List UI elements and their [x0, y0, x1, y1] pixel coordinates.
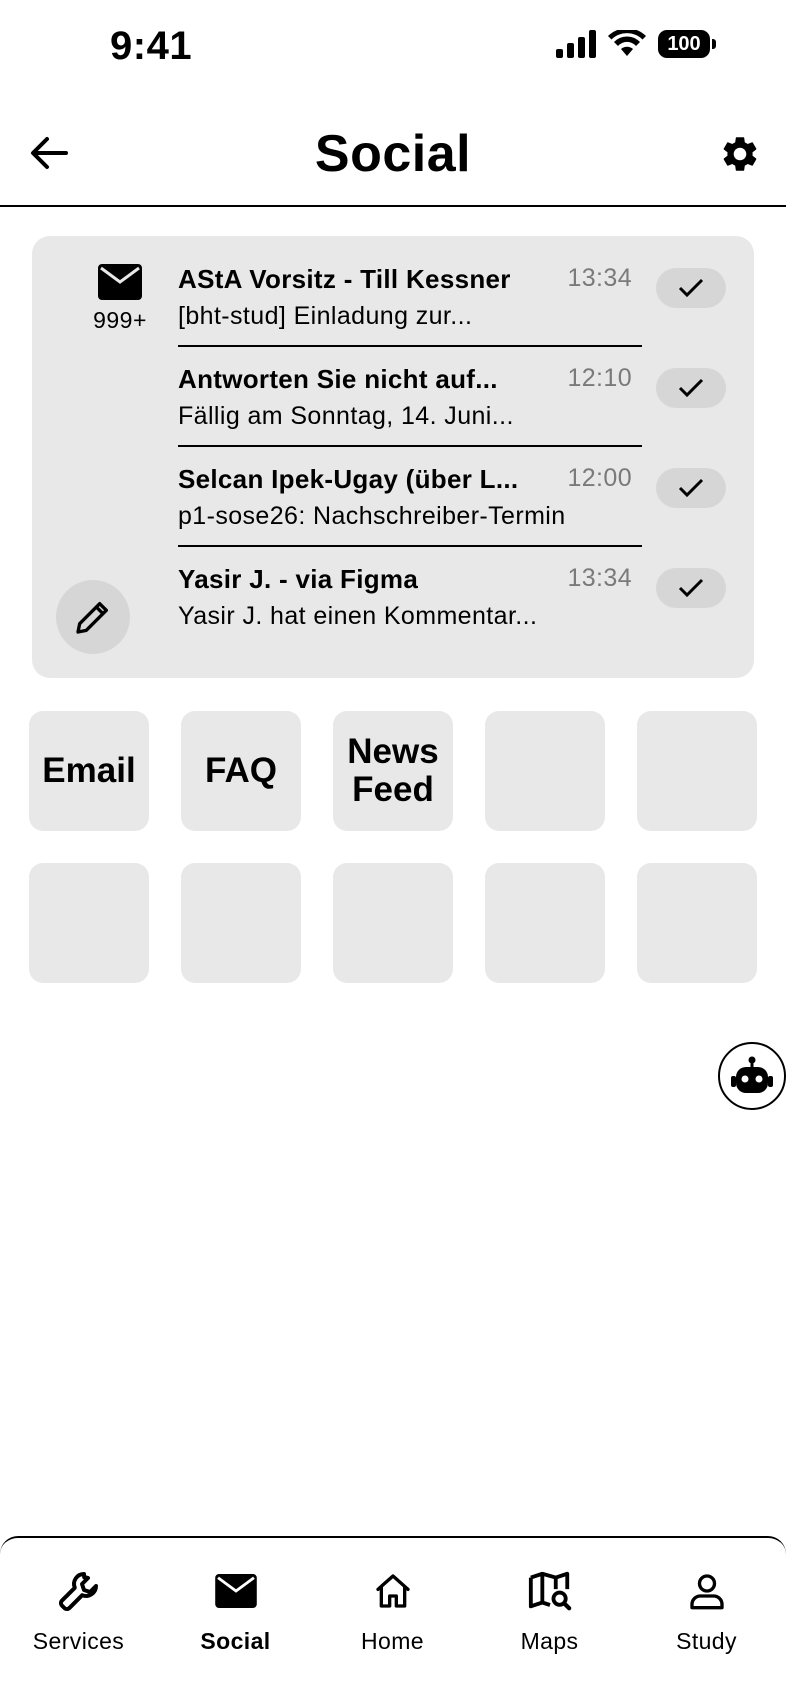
tile-row [29, 863, 759, 983]
inbox-indicator[interactable]: 999+ [72, 264, 168, 334]
shortcut-grid: Email FAQ News Feed [29, 711, 759, 1015]
mail-preview: [bht-stud] Einladung zur... [178, 302, 473, 330]
mail-row[interactable]: Selcan Ipek-Ugay (über L... 12:00 p1-sos… [178, 446, 740, 547]
pencil-icon [76, 602, 109, 634]
wrench-icon [58, 1572, 98, 1611]
battery-cap [712, 39, 716, 49]
mail-icon [214, 1574, 257, 1608]
checkmark-icon [678, 378, 704, 398]
tile-row: Email FAQ News Feed [29, 711, 759, 831]
tab-label: Services [32, 1628, 125, 1654]
signal-icon [556, 30, 596, 58]
tile-news-feed[interactable]: News Feed [333, 711, 453, 831]
header: Social [0, 100, 786, 207]
home-icon [375, 1574, 410, 1608]
mail-sender: Yasir J. - via Figma [178, 564, 419, 594]
tab-study[interactable]: Study [628, 1538, 785, 1704]
checkmark-icon [678, 478, 704, 498]
tab-bar: Services Social Home Maps Study [0, 1536, 786, 1704]
settings-button[interactable] [716, 130, 764, 178]
tile-empty[interactable] [485, 711, 605, 831]
robot-icon [731, 1056, 773, 1093]
mail-time: 12:00 [567, 464, 632, 492]
tile-empty[interactable] [181, 863, 301, 983]
mail-time: 13:34 [567, 264, 632, 292]
mark-read-button[interactable] [656, 368, 726, 408]
mail-preview: Fällig am Sonntag, 14. Juni... [178, 402, 514, 430]
mark-read-button[interactable] [656, 568, 726, 608]
tile-empty[interactable] [637, 711, 757, 831]
mail-icon [98, 264, 142, 300]
wifi-icon [608, 30, 646, 56]
tile-email[interactable]: Email [29, 711, 149, 831]
tab-home[interactable]: Home [314, 1538, 471, 1704]
mark-read-button[interactable] [656, 468, 726, 508]
tab-label: Study [676, 1628, 737, 1654]
mail-sender: Selcan Ipek-Ugay (über L... [178, 464, 519, 494]
mail-row[interactable]: Yasir J. - via Figma 13:34 Yasir J. hat … [178, 546, 740, 646]
page-title: Social [314, 125, 472, 183]
mail-list: AStA Vorsitz - Till Kessner 13:34 [bht-s… [178, 246, 740, 646]
tile-faq[interactable]: FAQ [181, 711, 301, 831]
mark-read-button[interactable] [656, 268, 726, 308]
mail-time: 13:34 [567, 564, 632, 592]
tile-empty[interactable] [637, 863, 757, 983]
mail-preview: Yasir J. hat einen Kommentar... [178, 602, 538, 630]
unread-count: 999+ [93, 307, 147, 333]
tile-empty[interactable] [485, 863, 605, 983]
tab-maps[interactable]: Maps [471, 1538, 628, 1704]
mail-widget: 999+ AStA Vorsitz - Till Kessner 13:34 [… [32, 236, 754, 678]
status-time: 9:41 [110, 24, 193, 68]
mail-time: 12:10 [567, 364, 632, 392]
mail-row[interactable]: Antworten Sie nicht auf... 12:10 Fällig … [178, 346, 740, 447]
mail-sender: Antworten Sie nicht auf... [178, 364, 498, 394]
person-icon [689, 1574, 724, 1610]
checkmark-icon [678, 278, 704, 298]
tile-empty[interactable] [29, 863, 149, 983]
tab-label: Home [361, 1628, 424, 1654]
mail-preview: p1-sose26: Nachschreiber-Termin [178, 502, 566, 530]
tab-label: Social [200, 1628, 271, 1654]
tab-social[interactable]: Social [157, 1538, 314, 1704]
battery-indicator: 100 [658, 30, 716, 58]
status-bar: 9:41 100 [0, 0, 786, 100]
compose-button[interactable] [56, 580, 130, 654]
assistant-bot-button[interactable] [718, 1042, 786, 1110]
tab-services[interactable]: Services [0, 1538, 157, 1704]
battery-level: 100 [658, 30, 710, 58]
checkmark-icon [678, 578, 704, 598]
tab-label: Maps [520, 1628, 579, 1654]
gear-icon [723, 137, 757, 171]
mail-row[interactable]: AStA Vorsitz - Till Kessner 13:34 [bht-s… [178, 246, 740, 347]
mail-sender: AStA Vorsitz - Till Kessner [178, 264, 511, 294]
status-icons: 100 [556, 30, 716, 58]
tile-empty[interactable] [333, 863, 453, 983]
map-search-icon [528, 1571, 571, 1611]
